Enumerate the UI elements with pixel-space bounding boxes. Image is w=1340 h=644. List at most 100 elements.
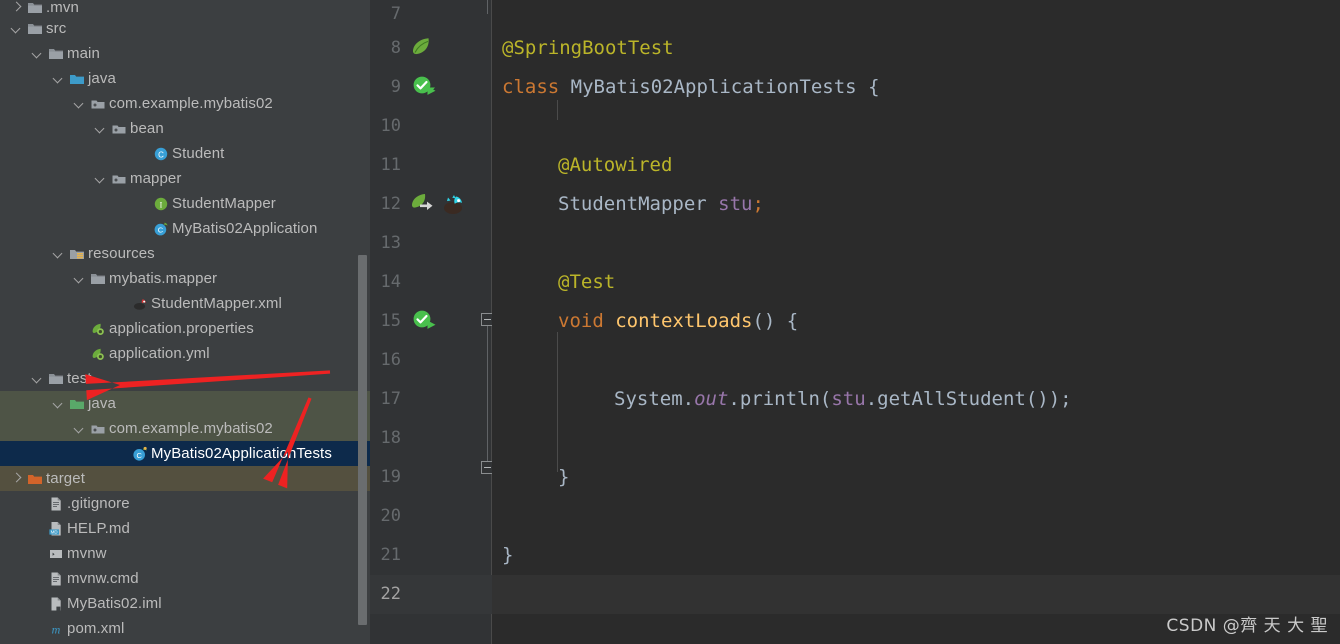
tree-item-label: mvnw	[67, 545, 107, 562]
svg-text:C: C	[158, 226, 164, 235]
tree-item-studentmapper-xml[interactable]: StudentMapper.xml	[0, 291, 370, 316]
tree-item-application-yml[interactable]: application.yml	[0, 341, 370, 366]
tree-item-studentmapper[interactable]: I StudentMapper	[0, 191, 370, 216]
tree-item-mybatis02applicationtests[interactable]: C MyBatis02ApplicationTests	[0, 441, 370, 466]
tree-item-mybatis02-iml[interactable]: MyBatis02.iml	[0, 591, 370, 616]
tree-item-mapper[interactable]: mapper	[0, 166, 370, 191]
tree-item-label: src	[46, 20, 67, 37]
code-line-17[interactable]: System.out.println(stu.getAllStudent());	[614, 380, 1072, 419]
chevron-down-icon[interactable]	[92, 116, 109, 141]
tree-item-help-md[interactable]: MD HELP.md	[0, 516, 370, 541]
chevron-down-icon[interactable]	[71, 91, 88, 116]
run-method-icon[interactable]	[410, 308, 444, 334]
code-token: @SpringBootTest	[502, 37, 674, 59]
tree-item-resources[interactable]: resources	[0, 241, 370, 266]
tree-item-label: java	[88, 395, 116, 412]
tree-item-mvnw-cmd[interactable]: mvnw.cmd	[0, 566, 370, 591]
tree-item-label: .mvn	[46, 0, 79, 16]
code-line-19[interactable]: }	[558, 458, 569, 497]
chevron-down-icon[interactable]	[92, 166, 109, 191]
chevron-down-icon[interactable]	[50, 241, 67, 266]
chevron-down-icon[interactable]	[50, 391, 67, 416]
code-line-12[interactable]: StudentMapper stu;	[558, 185, 764, 224]
chevron-down-icon[interactable]	[29, 366, 46, 391]
tree-item-com-example-mybatis02[interactable]: com.example.mybatis02	[0, 416, 370, 441]
chevron-right-icon[interactable]	[8, 466, 25, 491]
folder-icon	[46, 41, 67, 66]
spring-config-icon	[88, 316, 109, 341]
package-icon	[88, 91, 109, 116]
editor-area: 7 8 9 10 11 12 13 14 15 16 17 18 19 20 21 22 @SpringBoo…	[370, 0, 1340, 644]
tree-item-target[interactable]: target	[0, 466, 370, 491]
tree-item-pom-xml[interactable]: m pom.xml	[0, 616, 370, 641]
line-number: 9	[390, 77, 401, 97]
svg-text:I: I	[160, 200, 163, 209]
code-token: @Autowired	[558, 154, 673, 176]
spring-leaf-icon[interactable]	[410, 35, 444, 61]
folder-target-icon	[25, 466, 46, 491]
code-line-8[interactable]: @SpringBootTest	[502, 29, 674, 68]
spring-config-icon	[88, 341, 109, 366]
code-token: out	[694, 388, 729, 410]
java-class-icon: C	[151, 141, 172, 166]
code-token: MyBatis02ApplicationTests	[570, 76, 869, 98]
code-token: stu	[831, 388, 866, 410]
tree-item-mvnw[interactable]: mvnw	[0, 541, 370, 566]
tree-item-src[interactable]: src	[0, 16, 370, 41]
markdown-file-icon: MD	[46, 516, 67, 541]
shell-script-icon	[46, 541, 67, 566]
tree-item-label: StudentMapper.xml	[151, 295, 282, 312]
tree-item-test[interactable]: test	[0, 366, 370, 391]
code-content[interactable]: @SpringBootTest class MyBatis02Applicatio…	[492, 0, 1340, 644]
code-line-21[interactable]: }	[502, 536, 513, 575]
code-token: class	[502, 76, 571, 98]
tree-item--gitignore[interactable]: .gitignore	[0, 491, 370, 516]
tree-item-java[interactable]: java	[0, 66, 370, 91]
chevron-down-icon[interactable]	[71, 266, 88, 291]
chevron-down-icon[interactable]	[29, 41, 46, 66]
run-class-icon[interactable]	[410, 74, 444, 100]
tree-item-application-properties[interactable]: application.properties	[0, 316, 370, 341]
tree-item-mybatis02application[interactable]: C MyBatis02Application	[0, 216, 370, 241]
tree-item-label: java	[88, 70, 116, 87]
tree-item-student[interactable]: C Student	[0, 141, 370, 166]
code-token: .getAllStudent());	[865, 388, 1072, 410]
chevron-down-icon[interactable]	[50, 66, 67, 91]
editor-gutter[interactable]: 7 8 9 10 11 12 13 14 15 16 17 18 19 20 21 22	[370, 0, 494, 644]
line-number: 20	[380, 506, 401, 526]
code-token: }	[502, 544, 514, 566]
tree-item-mybatis-mapper[interactable]: mybatis.mapper	[0, 266, 370, 291]
iml-file-icon	[46, 591, 67, 616]
code-line-15[interactable]: void contextLoads() {	[558, 302, 798, 341]
tree-item-bean[interactable]: bean	[0, 116, 370, 141]
line-number: 12	[380, 194, 401, 214]
tree-item-main[interactable]: main	[0, 41, 370, 66]
bean-mybatis-icon[interactable]	[410, 191, 462, 217]
tree-item-com-example-mybatis02[interactable]: com.example.mybatis02	[0, 91, 370, 116]
tree-item-label: bean	[130, 120, 164, 137]
chevron-down-icon[interactable]	[71, 416, 88, 441]
tree-item-label: com.example.mybatis02	[109, 420, 273, 437]
folder-source-icon	[67, 66, 88, 91]
code-line-11[interactable]: @Autowired	[558, 146, 672, 185]
tree-item-label: application.yml	[109, 345, 210, 362]
code-token: }	[558, 466, 570, 488]
project-tool-window[interactable]: .mvn src main java com.example.mybatis02 bean…	[0, 0, 370, 644]
chevron-down-icon[interactable]	[8, 16, 25, 41]
tree-item-java[interactable]: java	[0, 391, 370, 416]
code-line-14[interactable]: @Test	[558, 263, 615, 302]
line-number: 16	[380, 350, 401, 370]
folder-icon	[25, 16, 46, 41]
code-line-9[interactable]: class MyBatis02ApplicationTests {	[502, 68, 880, 107]
code-token: System.	[614, 388, 695, 410]
package-icon	[109, 166, 130, 191]
folder-resources-icon	[67, 241, 88, 266]
